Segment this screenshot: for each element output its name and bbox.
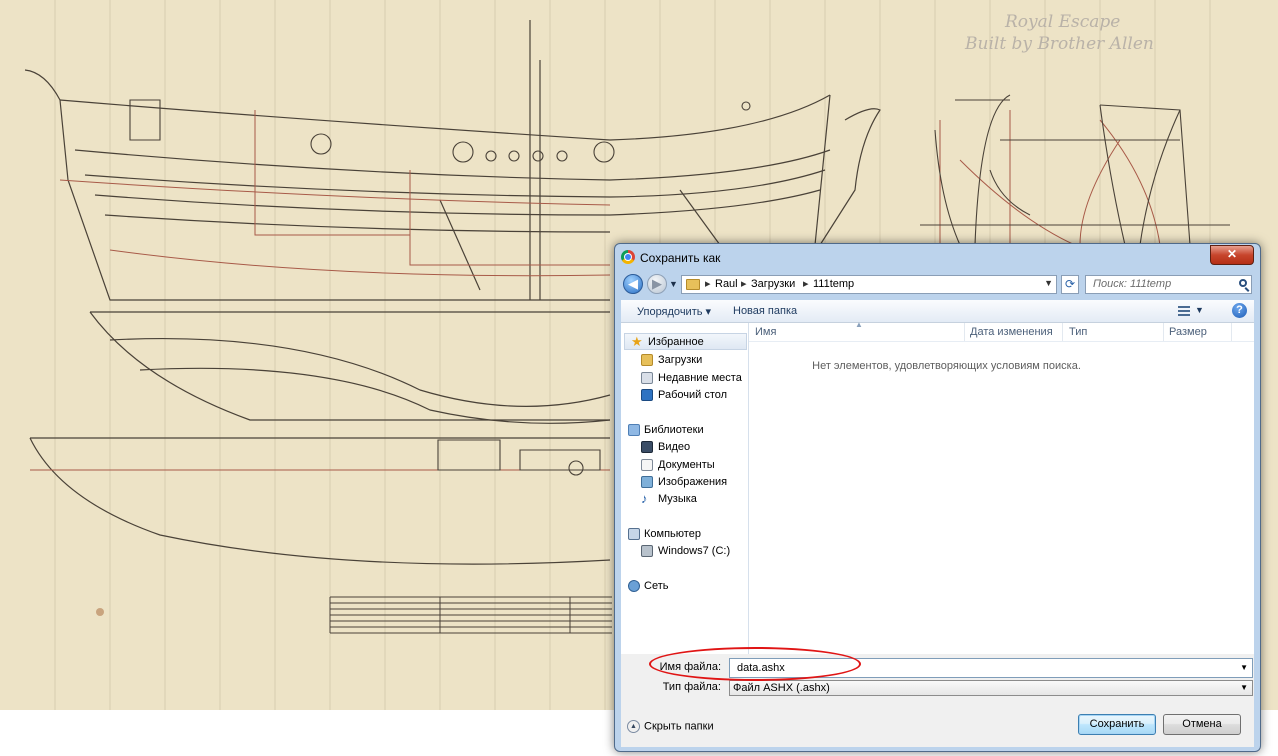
history-dropdown-icon[interactable]: ▼ [669,279,678,289]
help-button[interactable]: ? [1232,303,1247,318]
libraries-icon [628,424,640,436]
nav-item-network[interactable]: Сеть [621,578,749,595]
column-divider[interactable] [964,323,965,341]
cancel-button[interactable]: Отмена [1163,714,1241,735]
column-divider[interactable] [1231,323,1232,341]
filetype-dropdown-icon[interactable]: ▼ [1240,683,1248,692]
view-options-icon[interactable] [1178,306,1190,316]
star-icon: ★ [631,334,643,349]
nav-item-video[interactable]: Видео [621,439,749,456]
drawing-title-handwriting: Royal Escape [1005,12,1121,32]
video-icon [641,441,653,453]
nav-label: Недавние места [658,372,742,384]
dialog-title: Сохранить как [640,251,721,265]
network-icon [628,580,640,592]
command-toolbar: Упорядочить ▾ Новая папка ▼ ? [621,300,1254,323]
hide-folders-toggle[interactable]: ▲ Скрыть папки [627,720,714,733]
nav-label: Музыка [658,493,697,505]
music-icon: ♪ [641,491,648,506]
back-button[interactable]: ◀ [623,274,643,294]
downloads-folder-icon [641,354,653,366]
drawing-builder-handwriting: Built by Brother Allen [965,34,1154,54]
hide-folders-label: Скрыть папки [644,720,714,733]
nav-item-downloads[interactable]: Загрузки [621,352,749,369]
nav-item-music[interactable]: ♪ Музыка [621,491,749,508]
save-as-dialog: Сохранить как ✕ ◀ ▶ ▼ ▸ Raul ▸ Загрузки … [614,243,1261,752]
organize-button[interactable]: Упорядочить ▾ [637,305,711,318]
nav-label: Рабочий стол [658,389,728,401]
dialog-button-bar: ▲ Скрыть папки Сохранить Отмена [621,701,1254,747]
view-dropdown-icon[interactable]: ▼ [1195,305,1204,315]
images-icon [641,476,653,488]
column-date-modified[interactable]: Дата изменения [970,326,1053,338]
close-button[interactable]: ✕ [1210,245,1254,265]
drive-icon [641,545,653,557]
nav-label: Компьютер [644,528,701,540]
column-divider[interactable] [1163,323,1164,341]
column-headers: ▲ Имя Дата изменения Тип Размер [749,320,1254,342]
nav-item-libraries[interactable]: Библиотеки [621,422,749,439]
breadcrumb-raul[interactable]: Raul [715,278,738,290]
nav-label: Библиотеки [644,424,704,436]
browser-area: ★ Избранное Загрузки Недавние места Рабо… [621,320,1254,654]
empty-results-message: Нет элементов, удовлетворяющих условиям … [812,360,1081,372]
desktop-icon [641,389,653,401]
new-folder-button[interactable]: Новая папка [733,305,797,317]
dialog-titlebar[interactable]: Сохранить как ✕ [615,244,1260,271]
filename-label: Имя файла: [659,661,721,673]
column-size[interactable]: Размер [1169,326,1207,338]
save-button[interactable]: Сохранить [1078,714,1156,735]
nav-item-documents[interactable]: Документы [621,457,749,474]
file-list-pane: ▲ Имя Дата изменения Тип Размер Нет элем… [749,320,1254,654]
collapse-arrow-icon: ▲ [627,720,640,733]
forward-button[interactable]: ▶ [647,274,667,294]
search-icon [1239,279,1247,287]
filetype-value: Файл ASHX (.ashx) [733,682,830,694]
navigation-pane: ★ Избранное Загрузки Недавние места Рабо… [621,323,749,654]
nav-item-favorites[interactable]: ★ Избранное [624,333,747,350]
column-divider[interactable] [1062,323,1063,341]
nav-item-images[interactable]: Изображения [621,474,749,491]
filename-value: data.ashx [737,662,785,674]
breadcrumb-downloads[interactable]: Загрузки [751,278,795,290]
breadcrumb-111temp[interactable]: 111temp [813,278,854,290]
column-name[interactable]: Имя [755,326,776,338]
address-bar[interactable]: ▸ Raul ▸ Загрузки ▸ 111temp ▼ [681,275,1057,294]
search-input[interactable]: Поиск: 111temp [1085,275,1252,294]
nav-label: Сеть [644,580,669,592]
filetype-select[interactable]: Файл ASHX (.ashx) ▼ [729,680,1253,696]
recent-places-icon [641,372,653,384]
chrome-icon [621,250,635,264]
file-fields-panel: Имя файла: data.ashx ▼ Тип файла: Файл A… [621,647,1254,701]
nav-item-drive-c[interactable]: Windows7 (C:) [621,543,749,560]
nav-label: Загрузки [658,354,703,366]
refresh-button[interactable]: ⟳ [1061,275,1079,294]
filename-dropdown-icon[interactable]: ▼ [1240,663,1248,672]
nav-label: Изображения [658,476,728,488]
nav-label: Windows7 (C:) [658,545,731,557]
nav-label: Видео [658,441,691,453]
address-dropdown-icon[interactable]: ▼ [1044,278,1053,288]
nav-item-computer[interactable]: Компьютер [621,526,749,543]
breadcrumb-separator-icon[interactable]: ▸ [803,277,809,290]
filename-input[interactable]: data.ashx ▼ [729,658,1253,678]
search-placeholder: Поиск: 111temp [1093,278,1172,290]
nav-item-recent[interactable]: Недавние места [621,370,749,387]
computer-icon [628,528,640,540]
nav-label: Избранное [648,336,704,348]
breadcrumb-separator-icon[interactable]: ▸ [741,277,747,290]
breadcrumb-separator-icon[interactable]: ▸ [705,277,711,290]
sort-arrow-icon: ▲ [855,320,863,329]
filetype-label: Тип файла: [662,681,721,693]
address-row: ◀ ▶ ▼ ▸ Raul ▸ Загрузки ▸ 111temp ▼ ⟳ По… [615,271,1260,299]
column-type[interactable]: Тип [1069,326,1087,338]
documents-icon [641,459,653,471]
nav-item-desktop[interactable]: Рабочий стол [621,387,749,404]
folder-icon [686,279,700,290]
nav-label: Документы [658,459,715,471]
